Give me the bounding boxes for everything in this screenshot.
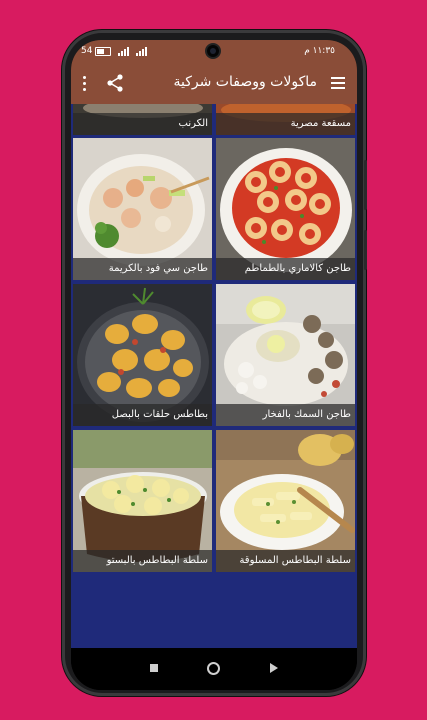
recipe-title: الكرنب [73, 113, 212, 135]
recipe-card[interactable]: بطاطس حلقات بالبصل [73, 284, 212, 426]
recipe-title: طاجن السمك بالفخار [216, 404, 355, 426]
recipe-card[interactable]: طاجن سي فود بالكريمة [73, 138, 212, 280]
recipe-title: سلطة البطاطس المسلوقة [216, 550, 355, 572]
share-icon[interactable] [107, 74, 123, 92]
more-vert-icon[interactable] [83, 76, 87, 94]
system-nav-bar [71, 648, 357, 690]
recipe-card[interactable]: سلطة البطاطس بالبستو [73, 430, 212, 572]
recipe-title: مسقعة مصرية [216, 113, 355, 135]
recipe-grid: الكرنب مسقعة مصرية طاجن سي فود بالكريمة … [71, 104, 357, 648]
nav-recents-icon[interactable] [150, 664, 158, 672]
nav-home-icon[interactable] [207, 662, 220, 675]
recipe-title: سلطة البطاطس بالبستو [73, 550, 212, 572]
app-bar: ماكولات ووصفات شركية [71, 64, 357, 104]
battery-indicator: 54 [81, 46, 148, 56]
front-camera [207, 45, 219, 57]
volume-button [364, 160, 367, 210]
recipe-title: طاجن كالاماري بالطماطم [216, 258, 355, 280]
recipe-title: بطاطس حلقات بالبصل [73, 404, 212, 426]
recipe-card[interactable]: الكرنب [73, 104, 212, 135]
recipe-title: طاجن سي فود بالكريمة [73, 258, 212, 280]
recipe-card[interactable]: سلطة البطاطس المسلوقة [216, 430, 355, 572]
app-title: ماكولات ووصفات شركية [173, 74, 317, 90]
battery-level: 54 [81, 46, 93, 56]
signal-icon-2 [136, 46, 148, 56]
battery-icon [95, 46, 112, 56]
recipe-card[interactable]: طاجن السمك بالفخار [216, 284, 355, 426]
nav-back-icon[interactable] [270, 663, 278, 673]
recipe-card[interactable]: طاجن كالاماري بالطماطم [216, 138, 355, 280]
recipe-card[interactable]: مسقعة مصرية [216, 104, 355, 135]
phone-screen: 54 ١١:٣٥ م ماكولات ووصفات شركية الكرنب م… [71, 40, 357, 690]
power-button [364, 230, 367, 270]
hamburger-menu-icon[interactable] [331, 77, 345, 89]
signal-icon [118, 46, 130, 56]
status-time: ١١:٣٥ م [304, 46, 335, 56]
